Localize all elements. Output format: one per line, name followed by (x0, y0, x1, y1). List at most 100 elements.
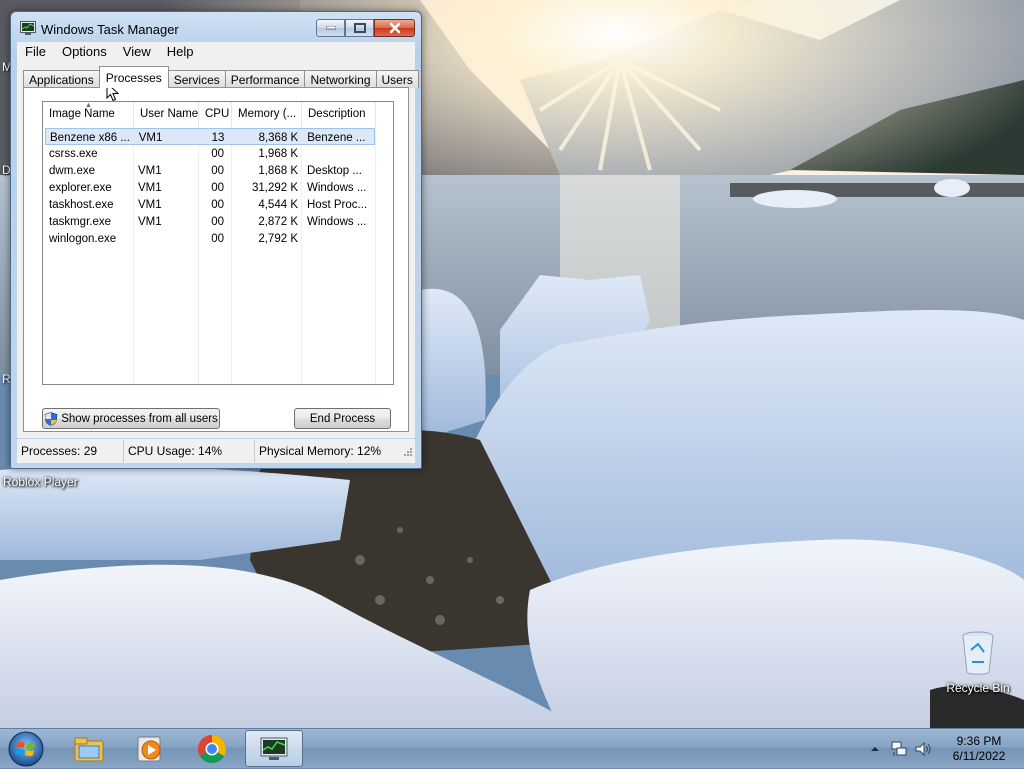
task-manager-window[interactable]: Windows Task Manager File Options View H… (10, 11, 422, 469)
cell-memory: 31,292 K (251, 181, 298, 194)
cell-image-name: csrss.exe (49, 147, 98, 160)
table-row[interactable]: explorer.exe VM1 00 31,292 K Windows ... (45, 179, 375, 196)
cell-cpu: 13 (211, 131, 225, 144)
status-bar: Processes: 29 CPU Usage: 14% Physical Me… (17, 439, 415, 463)
sort-ascending-icon: ▲ (85, 102, 92, 109)
windows-explorer-icon (74, 737, 104, 761)
end-process-button[interactable]: End Process (294, 408, 391, 429)
status-processes: Processes: 29 (17, 440, 124, 462)
tab-users[interactable]: Users (375, 70, 419, 88)
tab-networking[interactable]: Networking (304, 70, 377, 88)
cell-user-name: VM1 (138, 181, 162, 194)
column-header-label: Memory (... (238, 108, 297, 120)
window-client-area: Applications Processes Services Performa… (17, 61, 419, 438)
cell-memory: 8,368 K (258, 131, 299, 144)
table-row[interactable]: taskhost.exe VM1 00 4,544 K Host Proc... (45, 196, 375, 213)
cell-cpu: 00 (211, 215, 224, 228)
taskbar-windows-explorer[interactable] (60, 730, 118, 767)
media-player-icon (137, 736, 161, 761)
table-row[interactable]: csrss.exe 00 1,968 K (45, 145, 375, 162)
cell-cpu: 00 (211, 198, 224, 211)
show-all-processes-label: Show processes from all users (61, 412, 218, 425)
task-manager-icon (20, 21, 36, 35)
cell-image-name: taskmgr.exe (49, 215, 111, 228)
cell-user-name: VM1 (138, 215, 162, 228)
tab-processes[interactable]: Processes (98, 66, 169, 88)
recycle-bin-label: Recycle Bin (946, 681, 1010, 695)
column-header-label: Image Name (49, 108, 115, 120)
show-hidden-icons-icon[interactable] (870, 744, 880, 754)
table-row[interactable]: dwm.exe VM1 00 1,868 K Desktop ... (45, 162, 375, 179)
cell-cpu: 00 (211, 232, 224, 245)
cell-description (302, 145, 374, 162)
tab-performance[interactable]: Performance (224, 70, 306, 88)
desktop-icon-recycle-bin[interactable]: Recycle Bin (938, 630, 1018, 695)
start-button[interactable] (6, 730, 46, 768)
column-header-description[interactable]: Description (302, 102, 376, 126)
cell-description: Benzene ... (307, 131, 366, 144)
cell-image-name: taskhost.exe (49, 198, 114, 211)
column-divider (375, 126, 376, 384)
cell-image-name: explorer.exe (49, 181, 112, 194)
column-header-cpu[interactable]: CPU (199, 102, 232, 126)
cell-image-name: winlogon.exe (49, 232, 117, 245)
close-icon (389, 22, 400, 34)
cell-cpu: 00 (211, 181, 224, 194)
cell-cpu: 00 (211, 147, 224, 160)
table-row[interactable]: taskmgr.exe VM1 00 2,872 K Windows ... (45, 213, 375, 230)
clock[interactable]: 9:36 PM 6/11/2022 (944, 734, 1014, 764)
maximize-icon (353, 23, 366, 33)
network-icon[interactable] (890, 740, 908, 758)
cell-cpu: 00 (211, 164, 224, 177)
resize-grip-icon[interactable] (401, 445, 413, 457)
volume-icon[interactable] (914, 740, 932, 758)
menu-options[interactable]: Options (54, 44, 115, 59)
cell-user-name: VM1 (138, 164, 162, 177)
menu-view[interactable]: View (115, 44, 159, 59)
uac-shield-icon (44, 411, 58, 426)
column-header-memory[interactable]: Memory (... (232, 102, 302, 126)
task-manager-icon (260, 737, 288, 760)
cell-memory: 1,968 K (258, 147, 298, 160)
close-button[interactable] (374, 19, 415, 37)
taskbar-chrome[interactable] (183, 730, 241, 767)
show-all-processes-button[interactable]: Show processes from all users (42, 408, 220, 429)
maximize-button[interactable] (345, 19, 374, 37)
system-tray: 9:36 PM 6/11/2022 (866, 729, 1016, 769)
menu-help[interactable]: Help (159, 44, 202, 59)
title-bar[interactable]: Windows Task Manager (11, 12, 421, 42)
column-header-label: CPU (205, 108, 230, 120)
cell-description: Windows ... (307, 215, 367, 228)
cell-image-name: dwm.exe (49, 164, 96, 177)
tab-applications[interactable]: Applications (23, 70, 100, 88)
chrome-icon (198, 734, 226, 763)
process-list[interactable]: ▲ Image Name User Name CPU Memory (... D… (42, 101, 394, 385)
taskbar-media-player[interactable] (121, 730, 179, 767)
cell-memory: 1,868 K (258, 164, 298, 177)
clock-time: 9:36 PM (956, 734, 1002, 748)
recycle-bin-icon (962, 631, 994, 675)
cell-user-name: VM1 (138, 198, 162, 211)
column-header-image-name[interactable]: ▲ Image Name (43, 102, 134, 126)
minimize-button[interactable] (316, 19, 345, 37)
cell-user-name (134, 145, 199, 162)
cell-description: Windows ... (307, 181, 367, 194)
column-header-label: User Name (140, 108, 199, 120)
cell-description (302, 230, 374, 247)
clock-date: 6/11/2022 (952, 749, 1006, 763)
minimize-icon (325, 26, 336, 30)
taskbar-task-manager[interactable] (245, 730, 303, 767)
column-header-user-name[interactable]: User Name (134, 102, 199, 126)
desktop-icon-roblox-player-label[interactable]: Roblox Player (3, 475, 78, 489)
cell-user-name: VM1 (138, 131, 163, 144)
status-physical-memory: Physical Memory: 12% (259, 444, 382, 458)
status-cpu-usage: CPU Usage: 14% (124, 440, 255, 462)
menu-file[interactable]: File (17, 44, 54, 59)
tab-services[interactable]: Services (167, 70, 226, 88)
processes-panel: ▲ Image Name User Name CPU Memory (... D… (23, 87, 409, 432)
table-row[interactable]: Benzene x86 ... VM1 13 8,368 K Benzene .… (45, 128, 375, 145)
table-row[interactable]: winlogon.exe 00 2,792 K (45, 230, 375, 247)
process-list-header: ▲ Image Name User Name CPU Memory (... D… (43, 102, 393, 126)
column-header-label: Description (308, 108, 366, 120)
tab-strip: Applications Processes Services Performa… (23, 66, 419, 88)
